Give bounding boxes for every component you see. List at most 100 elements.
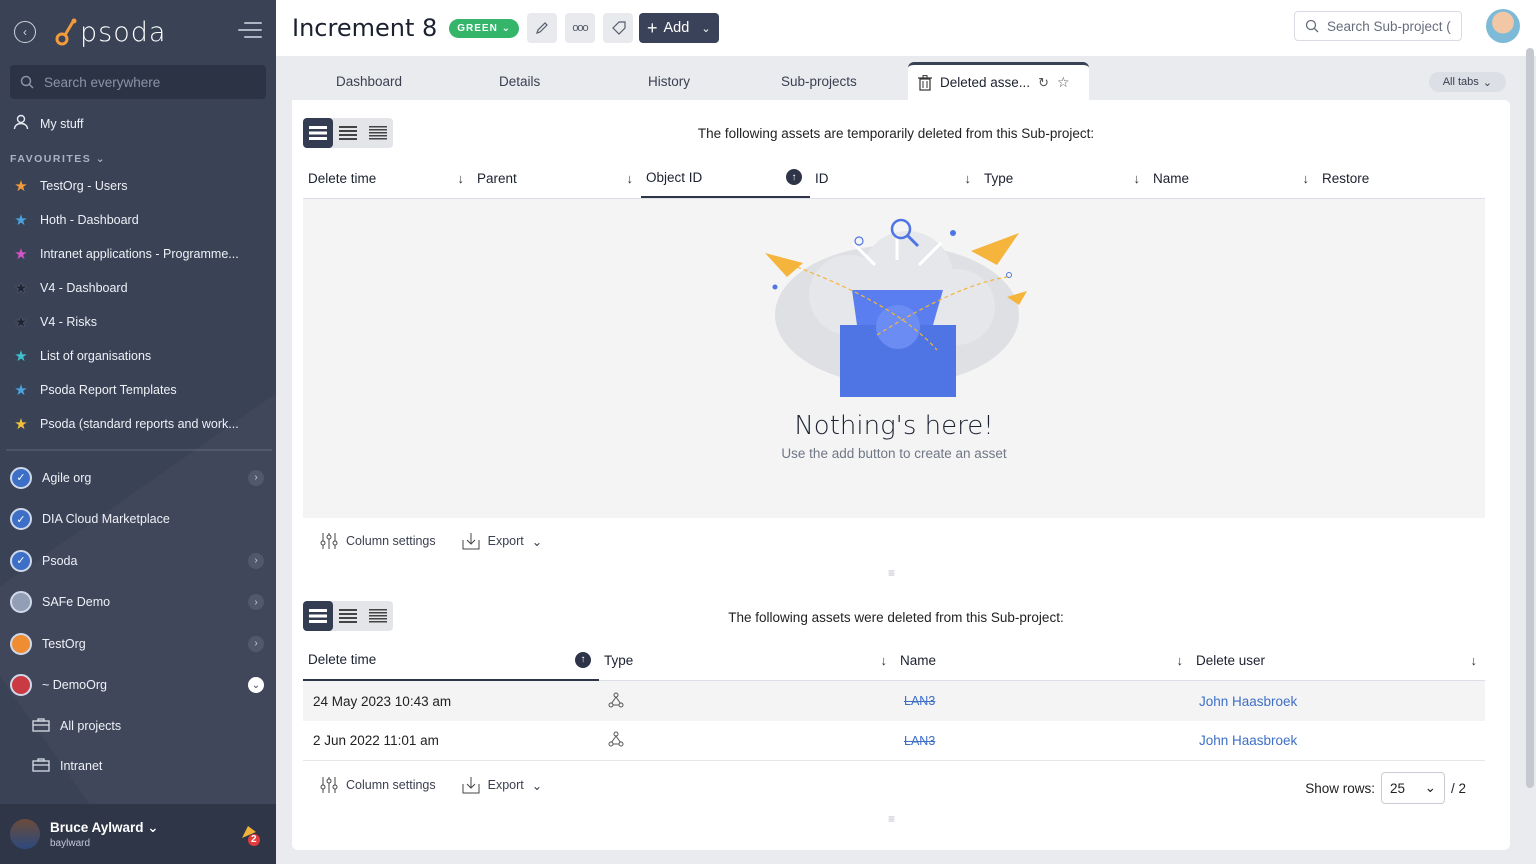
column-label: Delete time — [308, 652, 377, 667]
logo-text: psoda — [80, 16, 167, 48]
sub-item-label: Intranet — [60, 759, 103, 773]
org-item[interactable]: SAFe Demo › — [0, 582, 276, 624]
rows-per-page-select[interactable]: 25 ⌄ — [1380, 772, 1445, 804]
org-label: Agile org — [42, 470, 92, 485]
plus-icon: + — [647, 18, 658, 38]
collapse-menu-icon[interactable] — [238, 22, 262, 40]
tab-label: Deleted asse... — [940, 75, 1031, 90]
favourite-label: V4 - Dashboard — [40, 281, 128, 295]
tab-bar: Dashboard Details History Sub-projects D… — [292, 62, 1510, 100]
page-scrollbar[interactable] — [1526, 48, 1534, 788]
org-item[interactable]: ✓ Psoda › — [0, 540, 276, 582]
star-icon: ★ — [14, 212, 28, 229]
back-icon[interactable]: ‹ — [14, 21, 36, 43]
favourites-header[interactable]: FAVOURITES ⌄ — [0, 141, 276, 169]
more-button[interactable]: ooo — [565, 13, 595, 43]
favourites-list: ★ TestOrg - Users ★ Hoth - Dashboard ★ Intran… — [0, 169, 276, 441]
edit-button[interactable] — [527, 13, 557, 43]
chevron-down-icon[interactable]: ⌄ — [248, 677, 264, 694]
org-item[interactable]: ✓ DIA Cloud Marketplace — [0, 499, 276, 541]
column-settings-button[interactable]: Column settings — [320, 532, 436, 550]
all-tabs-button[interactable]: All tabs ⌄ — [1428, 72, 1506, 92]
favourite-item[interactable]: ★ Psoda (standard reports and work... — [0, 407, 276, 441]
deleted-table-header: Delete time ↑ Type ↓ Name ↓ Delete user ↓ — [303, 641, 1485, 681]
add-button[interactable]: + Add ⌄ — [639, 13, 719, 43]
tab-dashboard[interactable]: Dashboard — [336, 62, 402, 100]
export-label: Export — [487, 534, 524, 548]
star-icon: ★ — [14, 416, 28, 433]
chevron-right-icon[interactable]: › — [248, 594, 264, 611]
column-object-id[interactable]: Object ID ↑ — [641, 158, 810, 198]
chevron-down-icon: ⌄ — [701, 22, 711, 35]
favourite-item[interactable]: ★ Hoth - Dashboard — [0, 203, 276, 237]
chevron-right-icon[interactable]: › — [248, 635, 264, 652]
deleted-caption: The following assets were deleted from t… — [728, 610, 1064, 625]
star-icon[interactable]: ☆ — [1057, 74, 1070, 91]
cell-delete-time: 24 May 2023 10:43 am — [313, 693, 452, 709]
star-icon: ★ — [14, 348, 28, 365]
export-button[interactable]: Export ⌄ — [462, 776, 543, 794]
notification-count: 2 — [251, 834, 257, 845]
chevron-right-icon[interactable]: › — [248, 552, 264, 569]
org-item[interactable]: ✓ Agile org › — [0, 457, 276, 499]
sub-item-label: All projects — [60, 719, 122, 733]
status-badge[interactable]: GREEN ⌄ — [449, 18, 519, 38]
cell-user-link[interactable]: John Haasbroek — [1199, 733, 1297, 748]
column-settings-button[interactable]: Column settings — [320, 776, 436, 794]
tab-details[interactable]: Details — [499, 62, 540, 100]
tab-deleted-assets[interactable]: Deleted asse... ↻ ☆ — [908, 62, 1089, 100]
page-title: Increment 8 — [292, 14, 438, 42]
tab-history[interactable]: History — [648, 62, 690, 100]
sort-down-icon: ↓ — [626, 170, 634, 186]
tab-label: History — [648, 73, 691, 89]
refresh-icon[interactable]: ↻ — [1038, 75, 1049, 91]
cell-user-link[interactable]: John Haasbroek — [1199, 694, 1297, 709]
org-item[interactable]: ~ DemoOrg ⌄ — [0, 665, 276, 707]
sidebar-search[interactable]: Search everywhere — [10, 65, 266, 99]
chevron-right-icon[interactable]: › — [248, 469, 264, 486]
cell-name-link[interactable]: LAN3 — [904, 694, 935, 708]
column-type[interactable]: Type ↓ — [979, 158, 1148, 198]
org-item[interactable]: TestOrg › — [0, 623, 276, 665]
table-row[interactable]: 24 May 2023 10:43 am LAN3 John Haasbroek — [303, 681, 1485, 721]
column-label: Parent — [477, 170, 517, 186]
export-button[interactable]: Export ⌄ — [462, 532, 542, 550]
favourite-item[interactable]: ★ Intranet applications - Programme... — [0, 237, 276, 271]
user-panel[interactable]: Bruce Aylward ⌄ baylward 2 — [0, 804, 276, 864]
favourite-item[interactable]: ★ V4 - Risks — [0, 305, 276, 339]
cell-name-link[interactable]: LAN3 — [904, 734, 935, 748]
status-label: GREEN — [457, 22, 498, 34]
column-delete-user[interactable]: Delete user ↓ — [1191, 641, 1485, 681]
tab-sub-projects[interactable]: Sub-projects — [781, 62, 857, 100]
sidebar-item-all-projects[interactable]: All projects — [0, 706, 276, 746]
favourite-item[interactable]: ★ Psoda Report Templates — [0, 373, 276, 407]
sidebar-item-my-stuff[interactable]: My stuff — [0, 107, 276, 141]
user-icon — [12, 114, 30, 134]
column-restore[interactable]: Restore — [1317, 158, 1485, 198]
notifications-bell-icon[interactable]: 2 — [238, 824, 262, 846]
column-type[interactable]: Type ↓ — [599, 641, 895, 681]
favourite-item[interactable]: ★ TestOrg - Users — [0, 169, 276, 203]
column-parent[interactable]: Parent ↓ — [472, 158, 641, 198]
resize-handle-icon[interactable]: ≡ — [888, 566, 895, 580]
column-id[interactable]: ID ↓ — [810, 158, 979, 198]
column-name[interactable]: Name ↓ — [895, 641, 1191, 681]
user-avatar[interactable] — [1486, 9, 1520, 43]
column-delete-time[interactable]: Delete time ↑ — [303, 641, 599, 681]
column-delete-time[interactable]: Delete time ↓ — [303, 158, 472, 198]
logo[interactable]: psoda — [54, 17, 166, 48]
column-label: Name — [900, 653, 937, 668]
org-label: SAFe Demo — [42, 595, 111, 610]
user-handle: baylward — [50, 837, 91, 849]
table-row[interactable]: 2 Jun 2022 11:01 am LAN3 John Haasbroek — [303, 721, 1485, 761]
chevron-down-icon: ⌄ — [531, 778, 543, 793]
favourite-item[interactable]: ★ List of organisations — [0, 339, 276, 373]
subproject-search-input[interactable]: Search Sub-project ( — [1294, 11, 1462, 41]
tab-label: Details — [499, 73, 541, 89]
resize-handle-icon[interactable]: ≡ — [888, 812, 895, 826]
sidebar-item-intranet[interactable]: Intranet — [0, 746, 276, 786]
tag-button[interactable] — [603, 13, 633, 43]
column-settings-label: Column settings — [346, 778, 436, 792]
column-name[interactable]: Name ↓ — [1148, 158, 1317, 198]
favourite-item[interactable]: ★ V4 - Dashboard — [0, 271, 276, 305]
